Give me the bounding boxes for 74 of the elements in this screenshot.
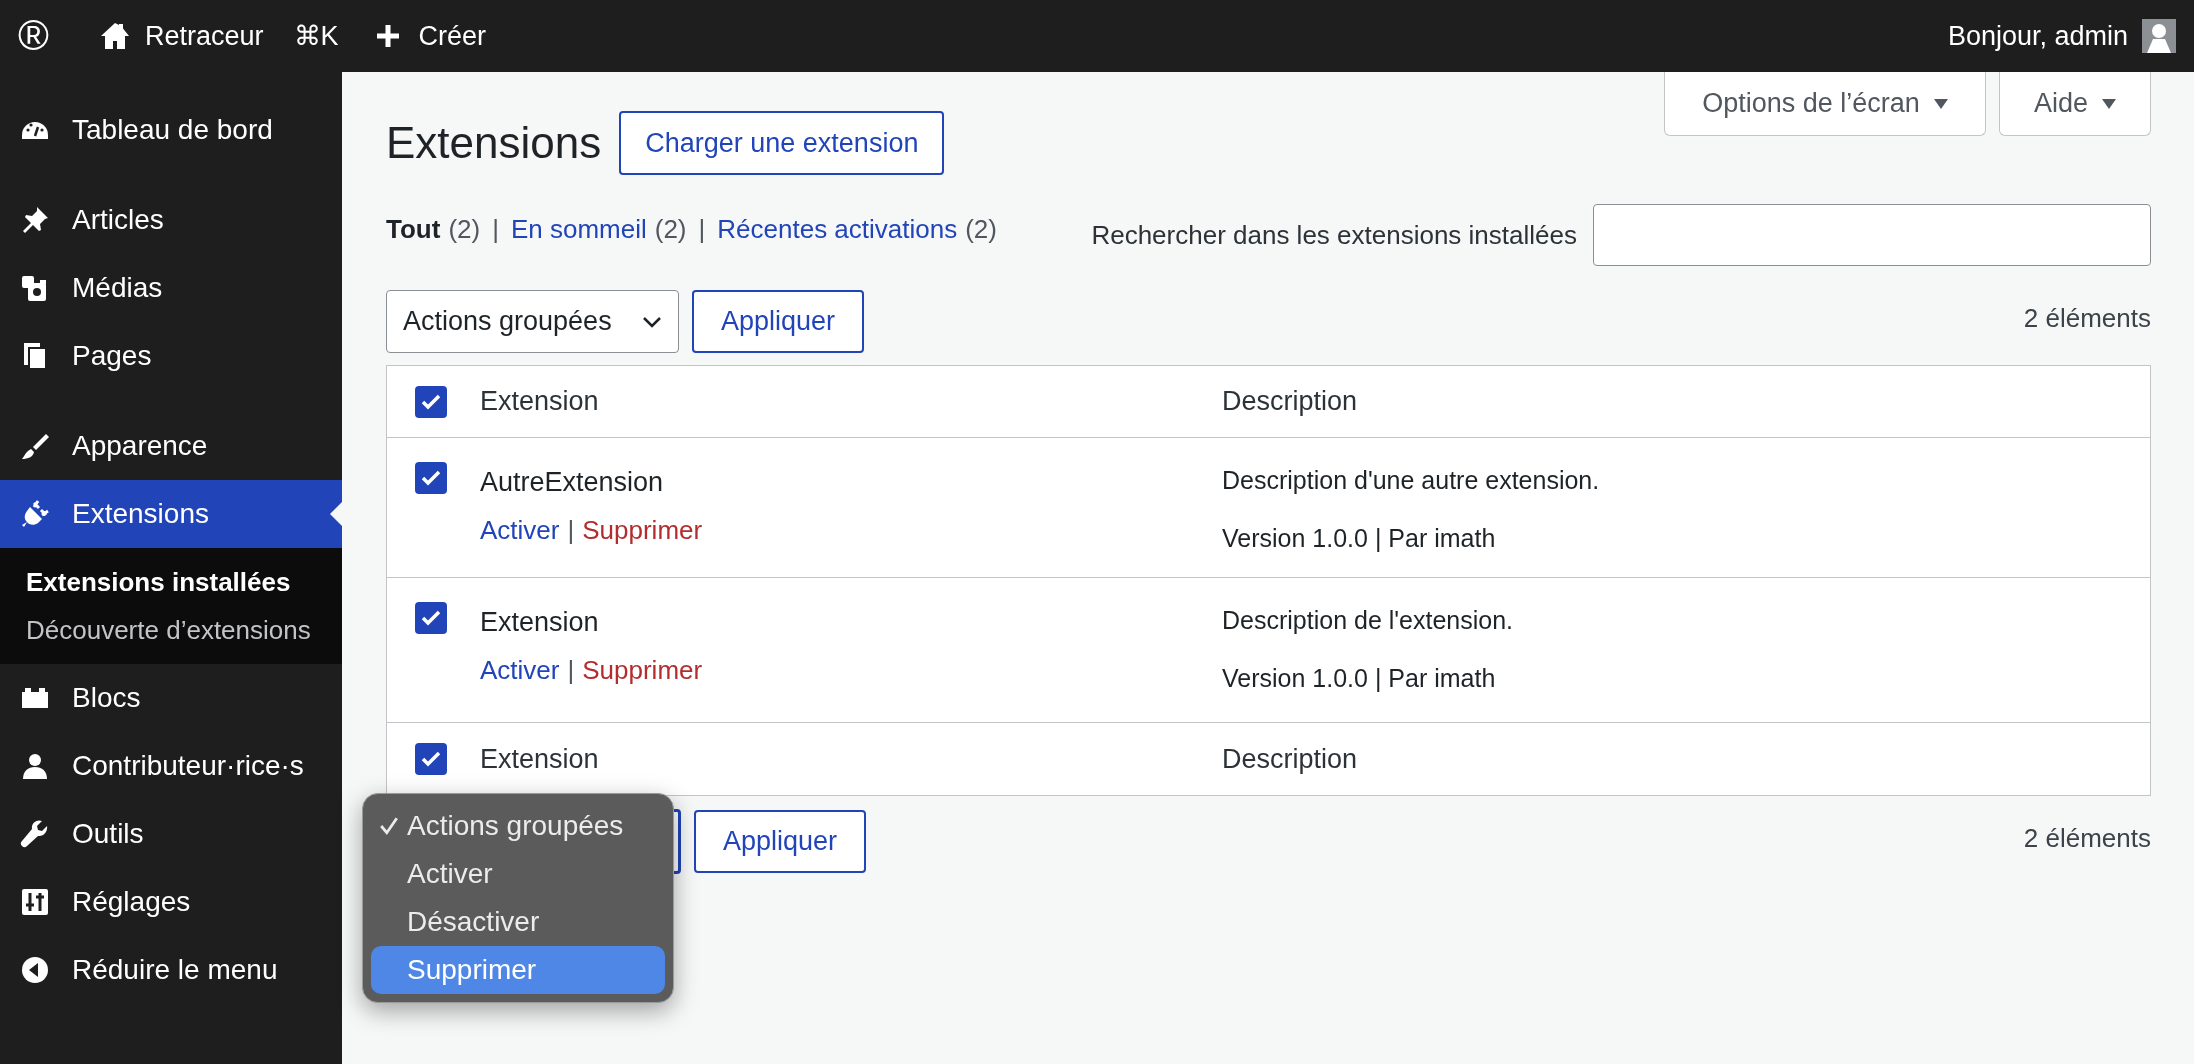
column-header[interactable]: Extension bbox=[480, 381, 1222, 422]
dropdown-option[interactable]: Désactiver bbox=[371, 898, 665, 946]
action-separator: | bbox=[567, 513, 575, 547]
plus-icon[interactable] bbox=[374, 23, 401, 49]
plug-icon bbox=[20, 499, 50, 529]
command-shortcut[interactable]: ⌘K bbox=[293, 15, 339, 57]
extension-description: Description d'une autre extension. bbox=[1222, 465, 1601, 496]
column-header[interactable]: Description bbox=[1222, 738, 2150, 780]
active-pointer bbox=[330, 502, 342, 526]
sidebar-item[interactable]: Tableau de bord bbox=[0, 96, 342, 164]
caret-icon bbox=[2102, 98, 2116, 109]
sidebar-item[interactable]: Contributeur·rice·s bbox=[0, 732, 342, 800]
checkbox[interactable] bbox=[415, 602, 447, 634]
site-name-link[interactable]: Retraceur bbox=[144, 15, 264, 57]
filter-link[interactable]: En sommeil bbox=[510, 210, 647, 249]
screen-options-tab[interactable]: Options de l’écran bbox=[1664, 72, 1986, 136]
filter-separator: | bbox=[492, 213, 499, 246]
sidebar-item[interactable]: Réglages bbox=[0, 868, 342, 936]
logo-icon[interactable]: ® bbox=[18, 15, 49, 57]
sidebar-item[interactable]: Pages bbox=[0, 322, 342, 390]
wrench-icon bbox=[20, 819, 50, 849]
apply-button[interactable]: Appliquer bbox=[692, 290, 864, 353]
dropdown-option[interactable]: Activer bbox=[371, 850, 665, 898]
submenu-item[interactable]: Découverte d’extensions bbox=[0, 606, 312, 654]
check-icon bbox=[379, 816, 399, 836]
item-count: 2 éléments bbox=[2023, 822, 2151, 855]
help-tab[interactable]: Aide bbox=[1999, 72, 2151, 136]
new-content-link[interactable]: Créer bbox=[418, 15, 487, 57]
account-greeting[interactable]: Bonjour, admin bbox=[1947, 15, 2128, 57]
dropdown-option[interactable]: Supprimer bbox=[371, 946, 665, 994]
collapse-icon bbox=[20, 955, 50, 985]
user-icon bbox=[20, 751, 50, 781]
page-title: Extensions bbox=[386, 117, 602, 169]
extension-name: Extension bbox=[480, 606, 600, 639]
sidebar-item[interactable]: Extensions bbox=[0, 480, 342, 548]
extension-description: Description de l'extension. bbox=[1222, 605, 1515, 636]
dropdown-option[interactable]: Actions groupées bbox=[371, 802, 665, 850]
collapse-menu-button[interactable]: Réduire le menu bbox=[0, 936, 342, 1004]
action-separator: | bbox=[567, 653, 575, 687]
filter-count: (2) bbox=[448, 213, 481, 246]
caret-icon bbox=[1933, 98, 1948, 109]
delete-link[interactable]: Supprimer bbox=[582, 650, 703, 690]
upload-extension-button[interactable]: Charger une extension bbox=[619, 111, 945, 175]
submenu-item[interactable]: Extensions installées bbox=[0, 558, 312, 606]
activate-link[interactable]: Activer bbox=[480, 510, 560, 550]
filter-count: (2) bbox=[654, 213, 687, 246]
sidebar-item[interactable]: Blocs bbox=[0, 664, 342, 732]
filter-separator: | bbox=[698, 213, 706, 246]
sidebar-item[interactable]: Articles bbox=[0, 186, 342, 254]
search-label: Rechercher dans les extensions installées bbox=[1091, 218, 1577, 252]
column-header[interactable]: Description bbox=[1222, 381, 2150, 422]
bulk-actions-select[interactable]: Actions groupées bbox=[386, 290, 679, 353]
avatar-icon[interactable] bbox=[2142, 19, 2176, 53]
filter-link[interactable]: Récentes activations bbox=[717, 210, 958, 249]
version-author-line: Version 1.0.0 | Par imath bbox=[1222, 522, 1497, 554]
sidebar-item[interactable]: Médias bbox=[0, 254, 342, 322]
apply-button[interactable]: Appliquer bbox=[694, 810, 866, 873]
item-count: 2 éléments bbox=[2023, 302, 2151, 335]
activate-link[interactable]: Activer bbox=[480, 650, 560, 690]
extension-name: AutreExtension bbox=[480, 466, 665, 499]
brush-icon bbox=[20, 431, 50, 461]
checkbox[interactable] bbox=[415, 743, 447, 775]
delete-link[interactable]: Supprimer bbox=[582, 510, 703, 550]
sidebar-item[interactable]: Apparence bbox=[0, 412, 342, 480]
column-header[interactable]: Extension bbox=[480, 738, 1222, 780]
checkbox[interactable] bbox=[415, 385, 447, 418]
version-author-line: Version 1.0.0 | Par imath bbox=[1222, 662, 1497, 694]
filter-count: (2) bbox=[965, 213, 997, 246]
sliders-icon bbox=[20, 887, 50, 917]
chevron-down-icon bbox=[642, 315, 662, 328]
sidebar-item[interactable]: Outils bbox=[0, 800, 342, 868]
checkbox[interactable] bbox=[415, 462, 447, 494]
search-field[interactable] bbox=[1593, 204, 2151, 266]
filter-link[interactable]: Tout bbox=[386, 210, 441, 249]
